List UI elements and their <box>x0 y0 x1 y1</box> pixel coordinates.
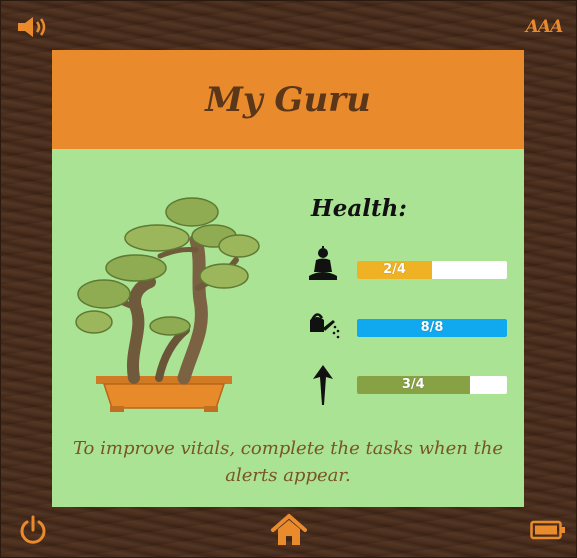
growth-bar: 3/4 <box>357 376 507 394</box>
app-frame: AAA My Guru Health: 2/4 8/8 3/4 To impro… <box>0 0 577 558</box>
home-icon[interactable] <box>269 511 309 549</box>
water-bar: 8/8 <box>357 319 507 337</box>
growth-value: 3/4 <box>401 377 425 392</box>
page-title: My Guru <box>205 79 371 120</box>
water-value: 8/8 <box>420 320 444 335</box>
battery-icon <box>529 518 567 542</box>
panel-header: My Guru <box>52 50 524 149</box>
watering-can-icon <box>307 308 340 344</box>
bonsai-tree-image <box>74 190 264 415</box>
text-size-label: AAA <box>525 17 564 37</box>
guru-panel: My Guru Health: 2/4 8/8 3/4 To improve v… <box>52 50 524 507</box>
speaker-icon[interactable] <box>15 14 49 40</box>
power-icon[interactable] <box>17 513 49 547</box>
meditation-value: 2/4 <box>383 262 406 277</box>
meditation-bar: 2/4 <box>357 261 507 279</box>
growth-arrow-icon <box>307 365 339 409</box>
health-heading: Health: <box>311 195 407 222</box>
meditation-icon <box>307 246 339 282</box>
instruction-message: To improve vitals, complete the tasks wh… <box>72 438 504 486</box>
text-size-button[interactable]: AAA <box>521 13 567 41</box>
